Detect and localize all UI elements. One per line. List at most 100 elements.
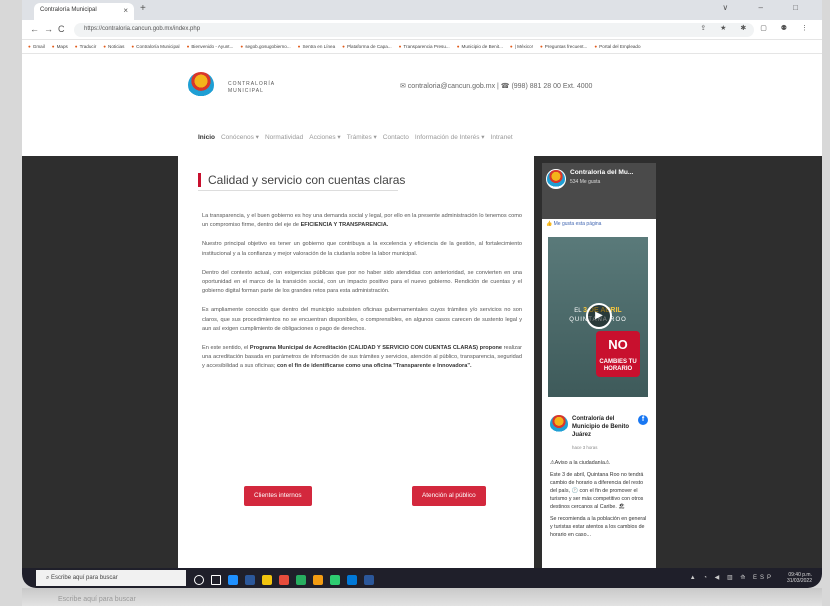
taskbar-app-icon[interactable] [262, 575, 272, 585]
bookmark-icon: ● [51, 44, 55, 49]
paragraph: La transparencia, y el buen gobierno es … [202, 213, 522, 229]
bookmark-item[interactable]: ● Transparencia Presu... [399, 44, 450, 49]
bookmark-label: Maps [56, 44, 68, 49]
close-icon[interactable]: × [123, 6, 128, 15]
fb-post-video[interactable]: EL 3 DE ABRIL QUINTANA ROO NO CAMBIES TU … [548, 237, 648, 397]
nav-item[interactable]: Inicio [198, 134, 215, 141]
bookmark-item[interactable]: ● Bienvenido - Ayunt... [187, 44, 234, 49]
back-icon[interactable]: ← [30, 24, 39, 34]
atencion-publico-button[interactable]: Atención al público [412, 486, 486, 506]
fb-like-button[interactable]: 👍 Me gusta esta página [546, 221, 601, 227]
bookmark-label: Plataforma de Capa... [346, 44, 392, 49]
play-icon[interactable]: ▶ [586, 303, 612, 329]
new-tab-button[interactable]: + [140, 3, 146, 14]
contraloria-logo-icon[interactable] [188, 72, 214, 98]
paragraph: En este sentido, el Programa Municipal d… [202, 345, 522, 370]
fb-post-text: ⚠Aviso a la ciudadanía⚠ Este 3 de abril,… [550, 460, 647, 538]
contact-info[interactable]: ✉ contraloria@cancun.gob.mx | ☎ (998) 88… [400, 82, 592, 90]
tab-title: Contraloría Municipal [40, 7, 97, 13]
fb-page-avatar[interactable] [546, 169, 566, 189]
bookmark-label: Preguntas frecuent... [544, 44, 588, 49]
article: Calidad y servicio con cuentas claras La… [178, 156, 534, 568]
bookmark-label: Municipio de Benit... [461, 44, 503, 49]
reload-icon[interactable]: C [58, 24, 65, 34]
bookmarks-bar: ● Gmail ● Maps ● Traducir ● Noticias ● Contralorí… [22, 40, 822, 54]
bookmark-label: Traducir [79, 44, 97, 49]
bookmark-icon: ● [456, 44, 460, 49]
bookmark-icon: ● [103, 44, 107, 49]
taskbar-app-icon[interactable] [313, 575, 323, 585]
main-nav-menu: Inicio Conócenos ▾ Normatividad Acciones ▾ T… [22, 124, 822, 154]
bookmark-item[interactable]: ● Traducir [75, 44, 96, 49]
bookmark-icon: ● [398, 44, 402, 49]
bookmark-icon: ● [342, 44, 345, 49]
taskbar-app-icon[interactable] [330, 575, 340, 585]
bookmark-icon: ● [28, 44, 31, 49]
clock[interactable]: 09:40 p.m. 31/03/2022 [787, 572, 812, 584]
screen: Contraloría Municipal × + ∨ – □ ← → C ht… [22, 0, 822, 588]
bookmark-item[interactable]: ● segob.gosugobierno... [240, 44, 290, 49]
nav-item[interactable]: Intranet [491, 134, 513, 141]
fb-post-time[interactable]: hace 3 horas [572, 445, 597, 450]
facebook-widget: Contraloría del Mu... 534 Me gusta 👍 Me … [542, 163, 656, 568]
taskbar-app-icon[interactable] [347, 575, 357, 585]
title-divider [198, 190, 398, 191]
bookmark-item[interactable]: ● Sentra en Línea [298, 44, 335, 49]
nav-item[interactable]: Contacto [383, 134, 409, 141]
nav-item[interactable]: Información de Interés ▾ [415, 134, 485, 141]
bookmark-icon: ● [74, 44, 78, 49]
taskbar-search[interactable]: ⌕ Escribe aquí para buscar [36, 570, 186, 586]
clientes-internos-button[interactable]: Clientes internos [244, 486, 312, 506]
taskbar-app-icon[interactable] [296, 575, 306, 585]
taskbar-app-icon[interactable] [211, 575, 221, 585]
bookmark-item[interactable]: ● | México! [510, 44, 533, 49]
forward-icon[interactable]: → [44, 24, 53, 34]
site-header: CONTRALORÍA MUNICIPAL ✉ contraloria@canc… [22, 54, 822, 124]
bookmark-item[interactable]: ● Portal del Empleado [594, 44, 640, 49]
facebook-icon[interactable]: f [638, 415, 648, 425]
nav-item[interactable]: Trámites ▾ [347, 134, 377, 141]
bookmark-icon: ● [594, 44, 598, 49]
window-controls[interactable]: ∨ – □ [722, 3, 812, 12]
url-input[interactable]: https://contraloria.cancun.gob.mx/index.… [74, 23, 754, 37]
fb-page-name[interactable]: Contraloría del Mu... [570, 169, 654, 176]
bookmark-item[interactable]: ● Preguntas frecuent... [540, 44, 587, 49]
bookmark-item[interactable]: ● Gmail [28, 44, 45, 49]
nav-item[interactable]: Conócenos ▾ [221, 134, 259, 141]
bookmark-label: | México! [514, 44, 533, 49]
bookmark-icon: ● [509, 44, 513, 49]
browser-tab[interactable]: Contraloría Municipal × [34, 3, 134, 20]
taskbar-app-icon[interactable] [279, 575, 289, 585]
taskbar-app-icon[interactable] [194, 575, 204, 585]
fb-post-author[interactable]: Contraloría del Municipio de Benito Juár… [572, 415, 634, 439]
screen-reflection: Escribe aquí para buscar [22, 588, 822, 606]
bookmark-label: Transparencia Presu... [403, 44, 450, 49]
bookmark-icon: ● [131, 44, 135, 49]
nav-item[interactable]: Acciones ▾ [309, 134, 340, 141]
taskbar-app-icon[interactable] [245, 575, 255, 585]
bookmark-label: Portal del Empleado [599, 44, 641, 49]
bookmark-label: Contraloría Municipal [136, 44, 180, 49]
bookmark-item[interactable]: ● Contraloría Municipal [131, 44, 179, 49]
bookmark-icon: ● [186, 44, 190, 49]
bookmark-item[interactable]: ● Maps [52, 44, 68, 49]
taskbar-app-icon[interactable] [228, 575, 238, 585]
bookmark-label: segob.gosugobierno... [245, 44, 291, 49]
bookmark-item[interactable]: ● Plataforma de Capa... [342, 44, 391, 49]
fb-author-avatar[interactable] [550, 415, 568, 433]
title-accent [198, 173, 201, 187]
taskbar-app-icons [194, 572, 381, 585]
bookmark-item[interactable]: ● Noticias [103, 44, 124, 49]
page-title: Calidad y servicio con cuentas claras [208, 173, 406, 187]
bookmark-icon: ● [539, 44, 543, 49]
bookmark-label: Sentra en Línea [302, 44, 336, 49]
address-bar-icons[interactable]: ⇪ ★ ✱ ▢ ⚉ ⋮ [700, 24, 814, 32]
bookmark-label: Gmail [32, 44, 45, 49]
taskbar-app-icon[interactable] [364, 575, 374, 585]
system-tray-icons[interactable]: ▲ ◔ ◀ ▥ ⟰ ESP [690, 574, 774, 581]
nav-item[interactable]: Normatividad [265, 134, 303, 141]
windows-taskbar: ⌕ Escribe aquí para buscar ▲ ◔ ◀ ▥ ⟰ ESP… [22, 568, 822, 588]
fb-cover[interactable]: Contraloría del Mu... 534 Me gusta [542, 163, 656, 219]
bookmark-item[interactable]: ● Municipio de Benit... [457, 44, 503, 49]
address-bar: ← → C https://contraloria.cancun.gob.mx/… [22, 20, 822, 40]
